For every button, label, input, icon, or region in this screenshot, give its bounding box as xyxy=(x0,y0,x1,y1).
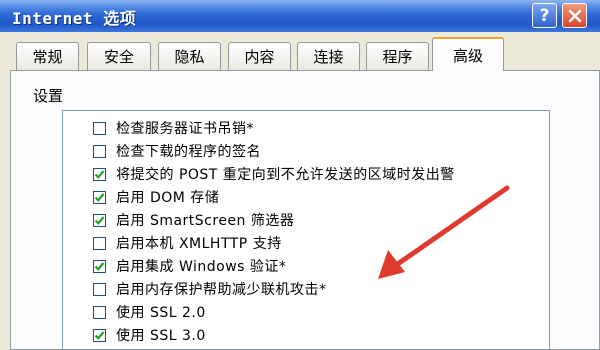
window-title: Internet 选项 xyxy=(12,9,137,28)
tab-label: 程序 xyxy=(382,48,413,66)
checkbox-checked[interactable] xyxy=(93,190,106,204)
settings-list-item[interactable]: 将提交的 POST 重定向到不允许发送的区域时发出警 xyxy=(93,163,455,185)
checkmark-icon xyxy=(94,192,105,202)
settings-list-item[interactable]: 启用集成 Windows 验证* xyxy=(93,255,286,277)
tab-general[interactable]: 常规 xyxy=(16,42,79,70)
checkbox-checked[interactable] xyxy=(93,213,106,227)
checkbox-checked[interactable] xyxy=(93,167,106,181)
checkbox-checked[interactable] xyxy=(93,259,106,273)
title-bar: Internet 选项 ? xyxy=(0,0,600,32)
settings-item-label: 使用 SSL 2.0 xyxy=(116,305,206,321)
tab-connections[interactable]: 连接 xyxy=(297,42,360,70)
close-icon xyxy=(568,9,581,22)
help-icon: ? xyxy=(539,5,550,26)
tab-security[interactable]: 安全 xyxy=(87,42,151,70)
settings-list-item[interactable]: 检查下载的程序的签名 xyxy=(93,140,261,162)
settings-item-label: 将提交的 POST 重定向到不允许发送的区域时发出警 xyxy=(116,167,455,183)
checkbox-unchecked[interactable] xyxy=(93,282,106,296)
settings-list-item[interactable]: 检查服务器证书吊销* xyxy=(93,117,254,139)
close-button[interactable] xyxy=(562,3,587,28)
settings-item-label: 使用 SSL 3.0 xyxy=(116,328,206,344)
settings-list-item[interactable]: 启用本机 XMLHTTP 支持 xyxy=(93,232,282,254)
help-button[interactable]: ? xyxy=(532,3,557,28)
settings-item-label: 检查下载的程序的签名 xyxy=(116,144,261,160)
settings-list-item[interactable]: 使用 SSL 2.0 xyxy=(93,301,206,323)
settings-group-label: 设置 xyxy=(33,87,64,105)
tab-content[interactable]: 内容 xyxy=(228,42,291,70)
settings-item-label: 启用本机 XMLHTTP 支持 xyxy=(116,236,282,252)
settings-item-label: 启用 SmartScreen 筛选器 xyxy=(116,213,295,229)
settings-list-item[interactable]: 使用 SSL 3.0 xyxy=(93,324,206,346)
checkbox-unchecked[interactable] xyxy=(93,236,106,250)
checkbox-unchecked[interactable] xyxy=(93,305,106,319)
checkbox-unchecked[interactable] xyxy=(93,144,106,158)
settings-item-label: 检查服务器证书吊销* xyxy=(116,121,254,137)
tab-label: 连接 xyxy=(313,48,344,66)
tab-label: 安全 xyxy=(103,48,134,66)
settings-item-label: 启用内存保护帮助减少联机攻击* xyxy=(116,282,327,298)
checkmark-icon xyxy=(94,169,105,179)
settings-list-item[interactable]: 启用内存保护帮助减少联机攻击* xyxy=(93,278,327,300)
checkmark-icon xyxy=(94,215,105,225)
tab-advanced[interactable]: 高级 xyxy=(432,37,504,71)
tab-label: 高级 xyxy=(452,46,483,65)
tab-label: 隐私 xyxy=(174,48,205,66)
settings-list-item[interactable]: 启用 DOM 存储 xyxy=(93,186,219,208)
checkmark-icon xyxy=(94,330,105,340)
tab-label: 内容 xyxy=(244,48,275,66)
tab-programs[interactable]: 程序 xyxy=(366,42,429,70)
tab-privacy[interactable]: 隐私 xyxy=(158,42,221,70)
settings-list-item[interactable]: 启用 SmartScreen 筛选器 xyxy=(93,209,294,231)
checkbox-unchecked[interactable] xyxy=(93,121,106,135)
checkbox-checked[interactable] xyxy=(93,328,106,342)
settings-item-label: 启用 DOM 存储 xyxy=(116,190,220,206)
tab-label: 常规 xyxy=(32,48,63,66)
checkmark-icon xyxy=(94,261,105,271)
settings-item-label: 启用集成 Windows 验证* xyxy=(116,259,287,275)
settings-listbox[interactable]: 检查服务器证书吊销* 检查下载的程序的签名将提交的 POST 重定向到不允许发送的… xyxy=(62,110,550,350)
